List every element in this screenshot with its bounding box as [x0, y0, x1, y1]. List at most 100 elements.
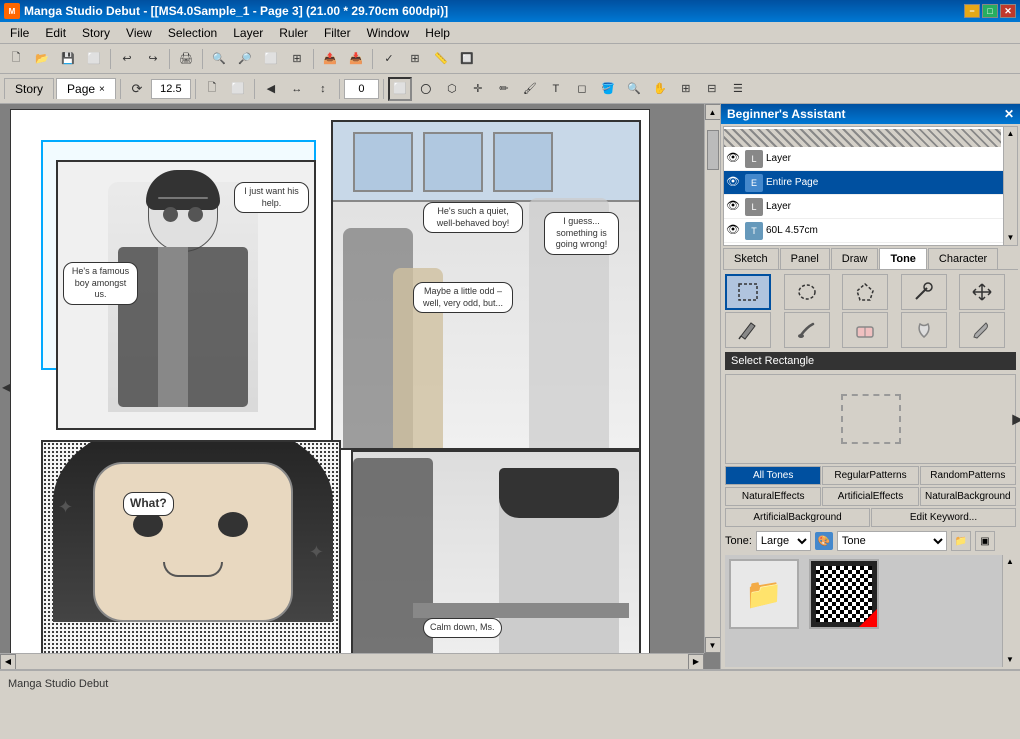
layer-row-60l457[interactable]: 👁 T 60L 4.57cm	[724, 219, 1017, 243]
tab-sketch[interactable]: Sketch	[723, 248, 779, 269]
tone-items-scroll[interactable]: ▲ ▼	[1002, 555, 1016, 667]
layer-row-entire[interactable]: 👁 E Entire Page ▶	[724, 171, 1017, 195]
zoom-tool[interactable]: 🔍	[622, 77, 646, 101]
layer-1-eye[interactable]: 👁	[726, 151, 742, 167]
tone-move-tool[interactable]	[959, 274, 1005, 310]
canvas-scroll-h[interactable]: ◀ ▶	[0, 653, 704, 669]
tone-size-select[interactable]: Large Medium Small	[756, 531, 811, 551]
tone-brush-tool[interactable]	[784, 312, 830, 348]
layer-row-60l30[interactable]: 👁 T 60L 30%	[724, 243, 1017, 246]
tone-cat-artificial[interactable]: ArtificialEffects	[822, 487, 918, 506]
tone-scroll-track[interactable]	[1003, 569, 1016, 653]
scroll-track-v[interactable]	[705, 120, 720, 637]
tone-poly-lasso-tool[interactable]	[842, 274, 888, 310]
tab-draw[interactable]: Draw	[831, 248, 879, 269]
tone-scroll-up[interactable]: ▲	[1003, 555, 1016, 569]
size-input[interactable]	[151, 79, 191, 99]
rotate-icon[interactable]: ⟳	[125, 77, 149, 101]
scroll-track-h[interactable]	[16, 654, 688, 669]
tone-action-btn2[interactable]: ▣	[975, 531, 995, 551]
layer-row-2[interactable]: 👁 L Layer	[724, 195, 1017, 219]
layer-scroll[interactable]: ▲ ▼	[1003, 127, 1017, 245]
move-tool[interactable]: ✛	[466, 77, 490, 101]
print-btn[interactable]: 🖨	[174, 47, 198, 71]
tab-character[interactable]: Character	[928, 248, 998, 269]
tone-eraser-tool[interactable]	[842, 312, 888, 348]
snap-btn[interactable]: 🔲	[455, 47, 479, 71]
undo-btn[interactable]: ↩	[115, 47, 139, 71]
page-tab[interactable]: Page ×	[56, 78, 116, 99]
page-icon2[interactable]: ⬜	[226, 77, 250, 101]
tone-dodge-tool[interactable]	[901, 312, 947, 348]
menu-filter[interactable]: Filter	[316, 24, 359, 42]
tab-tone[interactable]: Tone	[879, 248, 926, 269]
layer-2-eye[interactable]: 👁	[726, 199, 742, 215]
sel-rect-tool[interactable]: ⬜	[388, 77, 412, 101]
layer-scroll-up[interactable]: ▲	[1004, 127, 1018, 141]
actual-size-btn[interactable]: ⊞	[285, 47, 309, 71]
menu-window[interactable]: Window	[359, 24, 418, 42]
close-button[interactable]: ✕	[1000, 4, 1016, 18]
scroll-thumb-v[interactable]	[707, 130, 719, 170]
text-tool[interactable]: T	[544, 77, 568, 101]
tone-checker-item[interactable]	[809, 559, 879, 629]
brush-tool[interactable]: 🖌	[518, 77, 542, 101]
prev-btn[interactable]: ◀	[259, 77, 283, 101]
zoom-in-btn[interactable]: 🔍	[207, 47, 231, 71]
tone-wand-tool[interactable]	[901, 274, 947, 310]
fill-tool[interactable]: 🪣	[596, 77, 620, 101]
layer-row-1[interactable]: 👁 L Layer	[724, 147, 1017, 171]
menu-ruler[interactable]: Ruler	[271, 24, 316, 42]
menu-file[interactable]: File	[2, 24, 37, 42]
redo-btn[interactable]: ↪	[141, 47, 165, 71]
canvas-scroll-v[interactable]: ▲ ▼	[704, 104, 720, 653]
title-controls[interactable]: − □ ✕	[964, 4, 1016, 18]
fit-btn[interactable]: ⬜	[259, 47, 283, 71]
menu-view[interactable]: View	[118, 24, 160, 42]
panel-close-btn[interactable]: ✕	[1004, 107, 1014, 121]
eraser-tool[interactable]: ◻	[570, 77, 594, 101]
menu-help[interactable]: Help	[417, 24, 458, 42]
flipv-btn[interactable]: ↕	[311, 77, 335, 101]
page-tab-close[interactable]: ×	[99, 84, 105, 95]
export-btn[interactable]: 📤	[318, 47, 342, 71]
tone-select-rect-tool[interactable]	[725, 274, 771, 310]
export2-btn[interactable]: 📥	[344, 47, 368, 71]
open-btn[interactable]: 📂	[30, 47, 54, 71]
menu-edit[interactable]: Edit	[37, 24, 74, 42]
grid-btn[interactable]: ⊞	[403, 47, 427, 71]
ruler-btn[interactable]: 📏	[429, 47, 453, 71]
layer-t2[interactable]: ☰	[726, 77, 750, 101]
hand-tool[interactable]: ✋	[648, 77, 672, 101]
scroll-right-btn[interactable]: ▶	[688, 654, 704, 670]
menu-selection[interactable]: Selection	[160, 24, 225, 42]
minimize-button[interactable]: −	[964, 4, 980, 18]
sel-lasso-tool[interactable]: 〇	[414, 77, 438, 101]
scroll-down-btn[interactable]: ▼	[705, 637, 721, 653]
tone-cat-artificialbg[interactable]: ArtificialBackground	[725, 508, 870, 527]
ruler-t2[interactable]: ⊞	[674, 77, 698, 101]
new-file-btn[interactable]: 🗋	[4, 47, 28, 71]
pen-tool[interactable]: ✏	[492, 77, 516, 101]
zoom-out-btn[interactable]: 🔎	[233, 47, 257, 71]
tone-folder-item[interactable]: 📁	[729, 559, 799, 629]
tone-scroll-down[interactable]: ▼	[1003, 653, 1016, 667]
tone-name-select[interactable]: Tone	[837, 531, 947, 551]
tone-cat-naturalbg[interactable]: NaturalBackground	[920, 487, 1016, 506]
tone-folder-btn[interactable]: 📁	[951, 531, 971, 551]
layer-scroll-down[interactable]: ▼	[1004, 231, 1018, 245]
fliph-btn[interactable]: ↔	[285, 77, 309, 101]
panel-expand-arrow[interactable]: ▶	[1012, 411, 1020, 428]
tone-pen-tool[interactable]	[725, 312, 771, 348]
tone-lasso-tool[interactable]	[784, 274, 830, 310]
layer-entire-eye[interactable]: 👁	[726, 175, 742, 191]
tone-cat-random[interactable]: RandomPatterns	[920, 466, 1016, 485]
story-tab[interactable]: Story	[4, 78, 54, 99]
tone-cat-all[interactable]: All Tones	[725, 466, 821, 485]
tone-cat-regular[interactable]: RegularPatterns	[822, 466, 918, 485]
check-btn[interactable]: ✓	[377, 47, 401, 71]
maximize-button[interactable]: □	[982, 4, 998, 18]
print-setup-btn[interactable]: ⬜	[82, 47, 106, 71]
save-btn[interactable]: 💾	[56, 47, 80, 71]
page-icon[interactable]: 🗋	[200, 77, 224, 101]
